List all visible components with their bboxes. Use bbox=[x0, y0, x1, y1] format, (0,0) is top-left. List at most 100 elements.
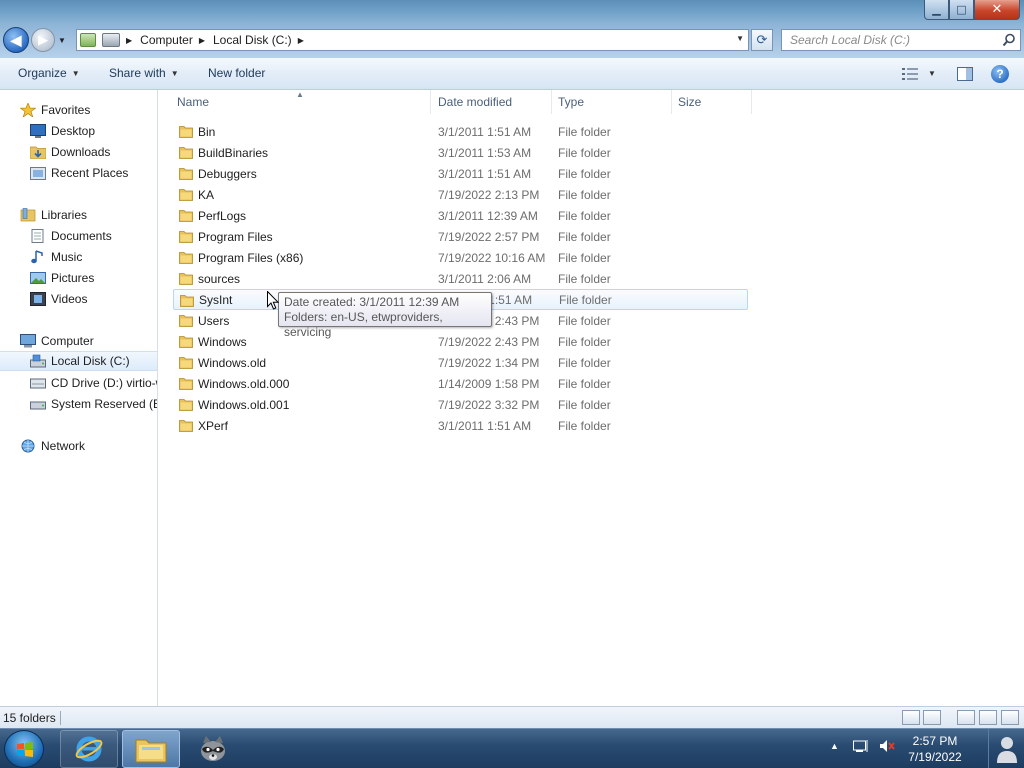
chevron-down-icon: ▼ bbox=[928, 69, 936, 78]
file-type: File folder bbox=[558, 124, 611, 139]
file-row[interactable]: Debuggers 3/1/2011 1:51 AM File folder bbox=[173, 163, 748, 184]
view-options-dropdown[interactable]: ▼ bbox=[928, 69, 936, 78]
sidebar-item-label: Videos bbox=[51, 292, 88, 306]
sidebar-item-system-reserved-e[interactable]: System Reserved (E:) bbox=[0, 394, 158, 414]
sidebar-item-cd-drive-d[interactable]: CD Drive (D:) virtio-w bbox=[0, 373, 157, 393]
taskbar-windows-explorer[interactable] bbox=[122, 730, 180, 768]
action-center-flag-icon[interactable] bbox=[852, 739, 869, 753]
cd-drive-icon bbox=[30, 376, 46, 390]
breadcrumb-chevron-icon[interactable]: ▶ bbox=[126, 36, 132, 45]
large-icons-view-toggle[interactable] bbox=[923, 710, 941, 725]
file-type: File folder bbox=[558, 187, 611, 202]
change-view-button[interactable] bbox=[900, 65, 920, 83]
file-name: Debuggers bbox=[198, 166, 257, 181]
sidebar-network[interactable]: Network bbox=[0, 436, 157, 456]
column-header-label: Name bbox=[177, 95, 210, 109]
file-row[interactable]: BuildBinaries 3/1/2011 1:53 AM File folder bbox=[173, 142, 748, 163]
column-header-type[interactable]: Type bbox=[552, 90, 672, 114]
taskbar-clock[interactable]: 2:57 PM 7/19/2022 bbox=[902, 733, 968, 765]
sidebar-item-pictures[interactable]: Pictures bbox=[0, 268, 157, 288]
breadcrumb-computer[interactable]: Computer bbox=[140, 33, 193, 47]
sidebar-item-music[interactable]: Music bbox=[0, 247, 157, 267]
sidebar-item-documents[interactable]: Documents bbox=[0, 226, 157, 246]
folder-icon bbox=[179, 126, 193, 138]
breadcrumb-chevron-icon[interactable]: ▶ bbox=[298, 36, 304, 45]
back-button[interactable]: ◀ bbox=[3, 27, 29, 53]
status-item-count: 15 folders bbox=[3, 711, 61, 725]
chevron-down-icon: ▼ bbox=[71, 68, 80, 78]
preview-pane-button[interactable] bbox=[955, 65, 975, 83]
minimize-button[interactable]: ▁ bbox=[924, 0, 949, 20]
taskbar: ▲ 2:57 PM 7/19/2022 bbox=[0, 728, 1024, 768]
sidebar-item-downloads[interactable]: Downloads bbox=[0, 142, 157, 162]
file-row[interactable]: Program Files 7/19/2022 2:57 PM File folde… bbox=[173, 226, 748, 247]
sidebar-item-label: System Reserved (E:) bbox=[51, 397, 158, 411]
file-row[interactable]: sources 3/1/2011 2:06 AM File folder bbox=[173, 268, 748, 289]
layout-toggle-1[interactable] bbox=[957, 710, 975, 725]
file-row[interactable]: Windows.old.001 7/19/2022 3:32 PM File fol… bbox=[173, 394, 748, 415]
file-row[interactable]: KA 7/19/2022 2:13 PM File folder bbox=[173, 184, 748, 205]
search-input[interactable] bbox=[790, 33, 990, 47]
sidebar-computer-label: Computer bbox=[41, 334, 94, 348]
folder-icon bbox=[179, 378, 193, 390]
file-date-modified: 7/19/2022 2:57 PM bbox=[438, 229, 540, 244]
recent-pages-dropdown-icon[interactable]: ▼ bbox=[58, 36, 66, 45]
sidebar-libraries[interactable]: Libraries bbox=[0, 205, 157, 225]
sidebar-item-label: Music bbox=[51, 250, 83, 264]
file-name: Windows.old bbox=[198, 355, 267, 370]
folder-icon bbox=[179, 336, 193, 348]
file-name: Windows bbox=[198, 334, 247, 349]
file-row[interactable]: XPerf 3/1/2011 1:51 AM File folder bbox=[173, 415, 748, 436]
details-view-toggle[interactable] bbox=[902, 710, 920, 725]
file-row[interactable]: PerfLogs 3/1/2011 12:39 AM File folder bbox=[173, 205, 748, 226]
address-bar[interactable]: ▶ Computer ▶ Local Disk (C:) ▶ ▼ bbox=[76, 29, 749, 51]
sidebar-favorites[interactable]: Favorites bbox=[0, 100, 157, 120]
file-row[interactable]: Program Files (x86) 7/19/2022 10:16 AM Fil… bbox=[173, 247, 748, 268]
search-icon[interactable] bbox=[1002, 33, 1016, 47]
user-avatar-icon bbox=[996, 737, 1017, 763]
sidebar-item-desktop[interactable]: Desktop bbox=[0, 121, 157, 141]
forward-arrow-icon: ▶ bbox=[38, 32, 48, 47]
start-button[interactable] bbox=[4, 730, 44, 768]
maximize-button[interactable]: □ bbox=[949, 0, 974, 20]
file-date-modified: 3/1/2011 12:39 AM bbox=[438, 208, 538, 223]
search-box[interactable] bbox=[781, 29, 1021, 51]
user-account-button[interactable] bbox=[988, 729, 1024, 768]
sidebar-item-recent-places[interactable]: Recent Places bbox=[0, 163, 157, 183]
breadcrumb-local-disk[interactable]: Local Disk (C:) bbox=[213, 33, 292, 47]
show-hidden-icons-icon[interactable]: ▲ bbox=[830, 741, 839, 751]
chevron-down-icon: ▼ bbox=[170, 68, 179, 78]
column-header-date-modified[interactable]: Date modified bbox=[432, 90, 552, 114]
help-button[interactable]: ? bbox=[990, 65, 1010, 83]
close-button[interactable]: ✕ bbox=[974, 0, 1020, 20]
file-row[interactable]: Windows.old 7/19/2022 1:34 PM File folder bbox=[173, 352, 748, 373]
layout-toggle-3[interactable] bbox=[1001, 710, 1019, 725]
sidebar-item-videos[interactable]: Videos bbox=[0, 289, 157, 309]
forward-button[interactable]: ▶ bbox=[31, 28, 55, 52]
file-row[interactable]: Bin 3/1/2011 1:51 AM File folder bbox=[173, 121, 748, 142]
organize-label: Organize bbox=[18, 66, 67, 80]
sort-ascending-icon: ▲ bbox=[296, 90, 304, 99]
folder-icon bbox=[179, 231, 193, 243]
refresh-button[interactable]: ⟳ bbox=[751, 29, 773, 51]
organize-button[interactable]: Organize ▼ bbox=[18, 66, 80, 80]
taskbar-internet-explorer[interactable] bbox=[60, 730, 118, 768]
sidebar-item-local-disk-c[interactable]: Local Disk (C:) bbox=[0, 351, 157, 371]
volume-muted-icon[interactable] bbox=[879, 739, 895, 753]
file-name: PerfLogs bbox=[198, 208, 247, 223]
share-with-button[interactable]: Share with ▼ bbox=[109, 66, 179, 80]
column-header-size[interactable]: Size bbox=[672, 90, 752, 114]
libraries-icon bbox=[20, 208, 36, 222]
address-dropdown-icon[interactable]: ▼ bbox=[736, 34, 744, 43]
new-folder-button[interactable]: New folder bbox=[208, 66, 265, 80]
breadcrumb-chevron-icon[interactable]: ▶ bbox=[199, 36, 205, 45]
folder-icon bbox=[179, 147, 193, 159]
file-row[interactable]: Windows.old.000 1/14/2009 1:58 PM File fol… bbox=[173, 373, 748, 394]
layout-toggle-2[interactable] bbox=[979, 710, 997, 725]
file-type: File folder bbox=[558, 166, 611, 181]
file-date-modified: 3/1/2011 1:51 AM bbox=[438, 124, 532, 139]
file-name: Windows.old.001 bbox=[198, 397, 290, 412]
taskbar-raccoon-app[interactable] bbox=[184, 730, 242, 768]
file-date-modified: 7/19/2022 10:16 AM bbox=[438, 250, 546, 265]
sidebar-computer[interactable]: Computer bbox=[0, 331, 157, 351]
